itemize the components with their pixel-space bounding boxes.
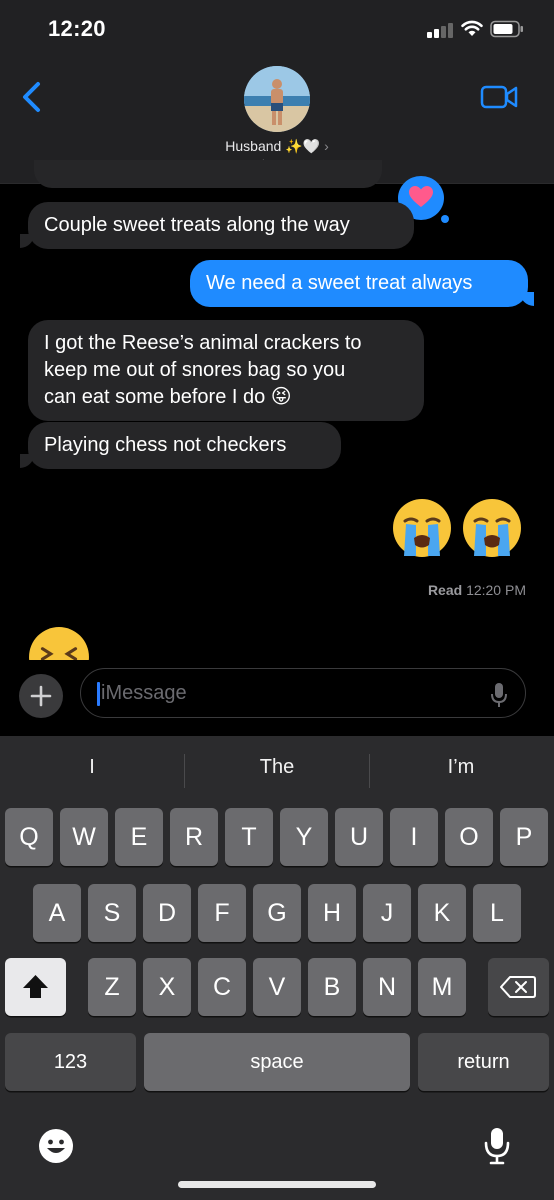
key-d[interactable]: D bbox=[143, 884, 191, 942]
message-text-line: keep me out of snores bag so you bbox=[44, 359, 346, 381]
message-text-line: I got the Reese’s animal crackers to bbox=[44, 332, 362, 354]
dictation-mic-icon[interactable] bbox=[489, 681, 509, 709]
previous-message-bubble[interactable] bbox=[34, 160, 382, 188]
bubble-tail bbox=[20, 234, 34, 248]
contact-name-label: Husband ✨🤍 bbox=[225, 138, 321, 154]
key-v[interactable]: V bbox=[253, 958, 301, 1016]
suggestion-3[interactable]: I’m bbox=[401, 756, 521, 779]
suggestion-divider bbox=[184, 754, 185, 788]
contact-avatar[interactable] bbox=[244, 66, 310, 132]
message-bubble-incoming-emoji[interactable] bbox=[28, 626, 90, 660]
key-s[interactable]: S bbox=[88, 884, 136, 942]
key-g[interactable]: G bbox=[253, 884, 301, 942]
suggestion-divider bbox=[369, 754, 370, 788]
dictation-mic-icon[interactable] bbox=[482, 1126, 512, 1166]
chevron-right-icon: › bbox=[324, 138, 329, 154]
imessage-placeholder: iMessage bbox=[101, 682, 187, 704]
suggestion-2[interactable]: The bbox=[217, 756, 337, 779]
key-p[interactable]: P bbox=[500, 808, 548, 866]
emoji-keyboard-icon[interactable] bbox=[38, 1128, 74, 1164]
key-i[interactable]: I bbox=[390, 808, 438, 866]
key-q[interactable]: Q bbox=[5, 808, 53, 866]
return-key[interactable]: return bbox=[418, 1033, 549, 1091]
text-cursor bbox=[97, 682, 100, 706]
key-c[interactable]: C bbox=[198, 958, 246, 1016]
message-bubble-outgoing[interactable]: We need a sweet treat always bbox=[190, 260, 528, 307]
contact-name[interactable]: Husband ✨🤍 › bbox=[0, 138, 554, 155]
read-label: Read bbox=[427, 582, 463, 598]
message-bubble-outgoing-emoji[interactable] bbox=[392, 498, 526, 562]
battery-icon bbox=[490, 20, 523, 38]
key-j[interactable]: J bbox=[363, 884, 411, 942]
shift-key[interactable] bbox=[5, 958, 66, 1016]
message-text: Playing chess not checkers bbox=[44, 434, 287, 456]
key-a[interactable]: A bbox=[33, 884, 81, 942]
back-chevron-icon[interactable] bbox=[18, 80, 46, 114]
imessage-input[interactable]: iMessage bbox=[80, 668, 526, 718]
bubble-tail bbox=[20, 454, 34, 468]
key-n[interactable]: N bbox=[363, 958, 411, 1016]
persevering-face-emoji-icon bbox=[29, 627, 89, 660]
message-bubble-incoming[interactable]: Playing chess not checkers bbox=[28, 422, 341, 469]
key-l[interactable]: L bbox=[473, 884, 521, 942]
keyboard: I The I’m Q W E R T Y U I O P A S D F G … bbox=[0, 736, 554, 1200]
key-m[interactable]: M bbox=[418, 958, 466, 1016]
message-text: Couple sweet treats along the way bbox=[44, 214, 350, 236]
tapback-dot bbox=[441, 215, 449, 223]
key-k[interactable]: K bbox=[418, 884, 466, 942]
key-e[interactable]: E bbox=[115, 808, 163, 866]
key-x[interactable]: X bbox=[143, 958, 191, 1016]
message-bubble-incoming[interactable]: Couple sweet treats along the way bbox=[28, 202, 414, 249]
key-b[interactable]: B bbox=[308, 958, 356, 1016]
delete-backward-icon bbox=[500, 976, 536, 998]
key-r[interactable]: R bbox=[170, 808, 218, 866]
bubble-tail bbox=[520, 292, 534, 306]
key-o[interactable]: O bbox=[445, 808, 493, 866]
status-time: 12:20 bbox=[48, 16, 106, 41]
loudly-crying-face-emoji-icon bbox=[463, 499, 521, 557]
key-w[interactable]: W bbox=[60, 808, 108, 866]
wifi-icon bbox=[461, 20, 483, 36]
loudly-crying-face-emoji-icon bbox=[393, 499, 451, 557]
read-receipt: Read 12:20 PM bbox=[360, 582, 526, 598]
numbers-key[interactable]: 123 bbox=[5, 1033, 136, 1091]
read-time: 12:20 PM bbox=[466, 582, 526, 598]
key-h[interactable]: H bbox=[308, 884, 356, 942]
home-indicator[interactable] bbox=[178, 1181, 376, 1188]
backspace-key[interactable] bbox=[488, 958, 549, 1016]
key-t[interactable]: T bbox=[225, 808, 273, 866]
message-bubble-incoming[interactable]: I got the Reese’s animal crackers to kee… bbox=[28, 320, 424, 421]
key-u[interactable]: U bbox=[335, 808, 383, 866]
key-f[interactable]: F bbox=[198, 884, 246, 942]
plus-icon bbox=[30, 685, 52, 707]
space-key[interactable]: space bbox=[144, 1033, 410, 1091]
key-y[interactable]: Y bbox=[280, 808, 328, 866]
message-text: We need a sweet treat always bbox=[206, 272, 473, 294]
cellular-signal-icon bbox=[427, 22, 455, 38]
suggestion-1[interactable]: I bbox=[32, 756, 152, 779]
shift-arrow-icon bbox=[23, 975, 48, 998]
apps-plus-button[interactable] bbox=[19, 674, 63, 718]
message-text-line: can eat some before I do 😝 bbox=[44, 386, 292, 408]
key-z[interactable]: Z bbox=[88, 958, 136, 1016]
conversation-header: 12:20 Husband ✨🤍 › bbox=[0, 0, 554, 184]
status-bar: 12:20 bbox=[0, 0, 554, 58]
message-composer: iMessage bbox=[0, 660, 554, 736]
video-call-icon[interactable] bbox=[480, 84, 518, 110]
